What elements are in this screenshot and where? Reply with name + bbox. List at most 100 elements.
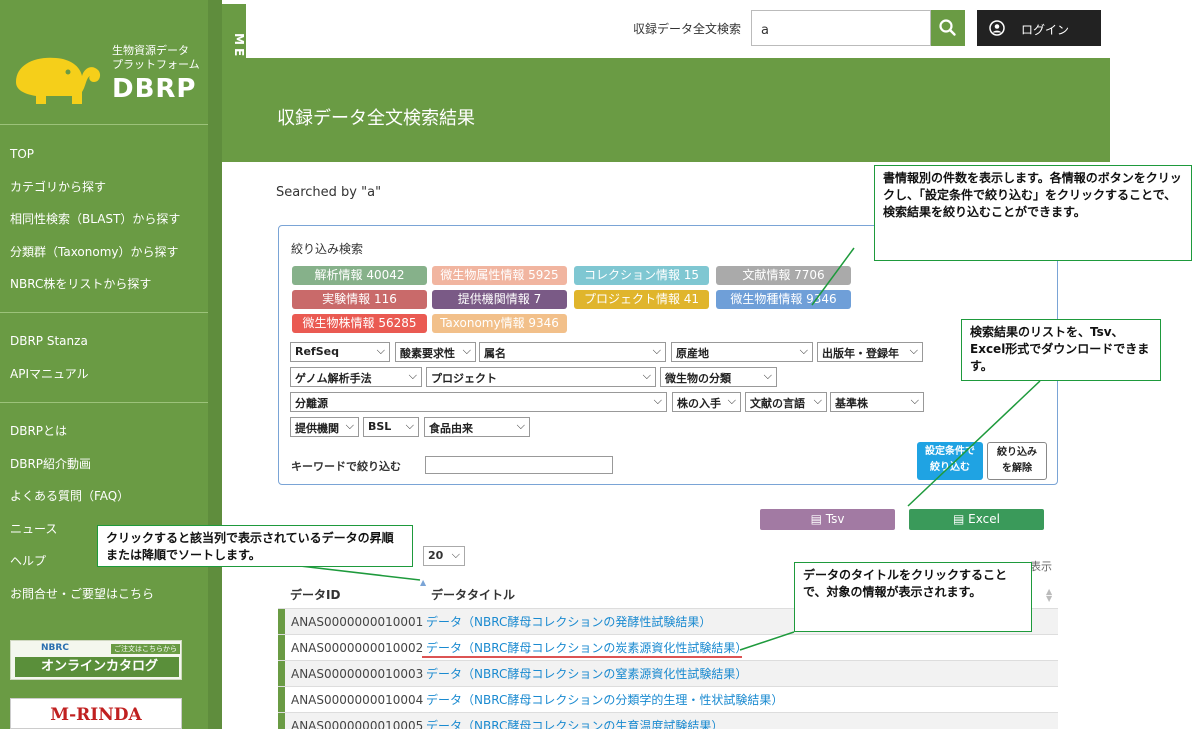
filter-panel: 絞り込み検索 解析情報 40042 微生物属性情報 5925 コレクション情報 15… [278, 225, 1058, 485]
select-year[interactable]: 出版年・登録年 ⌵ [817, 342, 923, 362]
row-marker [278, 635, 285, 661]
select-bsl[interactable]: BSL ⌵ [363, 417, 419, 437]
sort-icon[interactable]: ▲ ▼ [1046, 588, 1052, 603]
chevron-down-icon: ⌵ [345, 419, 354, 432]
row-data-id: ANAS0000000010004 [291, 693, 424, 707]
select-bsl-value: BSL [368, 420, 392, 433]
select-availability[interactable]: 株の入手 ⌵ [672, 392, 741, 412]
sidebar-divider [0, 402, 208, 403]
chip-experiment[interactable]: 実験情報 116 [292, 290, 427, 309]
banner-nbrc-main: オンラインカタログ [15, 657, 179, 677]
chip-taxonomy[interactable]: Taxonomy情報 9346 [432, 314, 567, 333]
nav-item-category[interactable]: カテゴリから探す [10, 179, 180, 212]
per-page-select[interactable]: 20 ⌵ [423, 546, 465, 566]
chevron-down-icon: ⌵ [653, 394, 662, 407]
select-genome-method[interactable]: ゲノム解析手法 ⌵ [290, 367, 422, 387]
sidebar-divider [0, 312, 208, 313]
nav-item-taxonomy[interactable]: 分類群（Taxonomy）から探す [10, 244, 180, 277]
clear-filter-button[interactable]: 絞り込み を解除 [987, 442, 1047, 480]
select-oxygen-value: 酸素要求性 [400, 347, 455, 360]
select-genus[interactable]: 属名 ⌵ [479, 342, 666, 362]
column-header-title[interactable]: データタイトル [431, 582, 515, 608]
chip-species[interactable]: 微生物種情報 9346 [716, 290, 851, 309]
row-data-id: ANAS0000000010005 [291, 719, 424, 729]
download-tsv-button[interactable]: ▤ Tsv [760, 509, 895, 530]
table-row: ANAS0000000010004 データ（NBRC酵母コレクションの分類学的生理… [278, 686, 1058, 713]
nav-item-about[interactable]: DBRPとは [10, 423, 154, 456]
select-provider-value: 提供機関 [295, 422, 339, 435]
select-project-value: プロジェクト [431, 372, 497, 385]
nav-group-api: DBRP Stanza APIマニュアル [10, 333, 89, 398]
nav-item-blast[interactable]: 相同性検索（BLAST）から探す [10, 211, 180, 244]
filter-title: 絞り込み検索 [291, 242, 364, 256]
select-food-origin[interactable]: 食品由来 ⌵ [424, 417, 530, 437]
chip-collection[interactable]: コレクション情報 15 [574, 266, 709, 285]
row-title-link[interactable]: データ（NBRC酵母コレクションの発酵性試験結果） [426, 609, 711, 635]
search-icon [939, 19, 956, 36]
select-isolation-source[interactable]: 分離源 ⌵ [290, 392, 667, 412]
keyword-input[interactable] [425, 456, 613, 474]
banner-nbrc-label: NBRC [41, 643, 69, 653]
top-bar: 収録データ全文検索 a ログイン [246, 0, 1110, 58]
sidebar: 生物資源データ プラットフォーム DBRP TOP カテゴリから探す 相同性検索… [0, 0, 210, 729]
chevron-down-icon: ⌵ [516, 419, 525, 432]
chevron-down-icon: ⌵ [813, 394, 822, 407]
nav-item-video[interactable]: DBRP紹介動画 [10, 456, 154, 489]
search-query-summary: Searched by "a" [276, 185, 382, 200]
page-title: 収録データ全文検索結果 [277, 108, 475, 129]
apply-filter-button[interactable]: 設定条件で 絞り込む [917, 442, 983, 480]
select-type-strain[interactable]: 基準株 ⌵ [830, 392, 924, 412]
select-genome-method-value: ゲノム解析手法 [295, 372, 372, 385]
table-row: ANAS0000000010002 データ（NBRC酵母コレクションの炭素源資化性… [278, 634, 1058, 661]
select-provider[interactable]: 提供機関 ⌵ [290, 417, 359, 437]
sort-asc-icon[interactable]: ▲ [420, 578, 426, 587]
excel-file-icon: ▤ [953, 512, 969, 526]
download-excel-button[interactable]: ▤ Excel [909, 509, 1044, 530]
select-origin[interactable]: 原産地 ⌵ [671, 342, 813, 362]
select-refseq-value: RefSeq [295, 345, 339, 358]
nav-item-contact[interactable]: お問合せ・ご要望はこちら [10, 586, 154, 619]
row-title-link[interactable]: データ（NBRC酵母コレクションの窒素源資化性試験結果） [426, 661, 747, 687]
select-origin-value: 原産地 [676, 347, 709, 360]
select-oxygen[interactable]: 酸素要求性 ⌵ [395, 342, 476, 362]
nav-item-stanza[interactable]: DBRP Stanza [10, 333, 89, 366]
select-language[interactable]: 文献の言語 ⌵ [745, 392, 827, 412]
row-data-id: ANAS0000000010003 [291, 667, 424, 681]
nav-item-top[interactable]: TOP [10, 146, 180, 179]
page-header: 収録データ全文検索結果 [222, 58, 1110, 162]
row-title-link[interactable]: データ（NBRC酵母コレクションの炭素源資化性試験結果） [426, 635, 747, 661]
select-project[interactable]: プロジェクト ⌵ [426, 367, 656, 387]
chevron-down-icon: ⌵ [451, 548, 460, 561]
nav-item-faq[interactable]: よくある質問（FAQ） [10, 488, 154, 521]
keyword-label: キーワードで絞り込む [291, 460, 401, 473]
search-button[interactable] [931, 10, 965, 46]
chevron-down-icon: ⌵ [642, 369, 651, 382]
chip-strain[interactable]: 微生物株情報 56285 [292, 314, 427, 333]
row-title-link[interactable]: データ（NBRC酵母コレクションの分類学的生理・性状試験結果） [426, 687, 783, 713]
search-input[interactable]: a [751, 10, 931, 46]
nav-item-api-manual[interactable]: APIマニュアル [10, 366, 89, 399]
login-button[interactable]: ログイン [977, 10, 1101, 46]
dbrp-logo[interactable]: 生物資源データ プラットフォーム DBRP [8, 38, 208, 116]
chip-project[interactable]: プロジェクト情報 41 [574, 290, 709, 309]
chevron-down-icon: ⌵ [727, 394, 736, 407]
select-refseq[interactable]: RefSeq ⌵ [290, 342, 390, 362]
nav-item-nbrc-list[interactable]: NBRC株をリストから探す [10, 276, 180, 309]
sidebar-divider [0, 124, 208, 125]
chevron-down-icon: ⌵ [408, 369, 417, 382]
apply-filter-line2: 絞り込む [930, 462, 970, 473]
mrinda-banner[interactable]: M-RINDA [10, 698, 182, 729]
callout-title-help: データのタイトルをクリックすることで、対象の情報が表示されます。 [794, 562, 1032, 632]
table-row: ANAS0000000010005 データ（NBRC酵母コレクションの生育温度試験… [278, 712, 1058, 729]
select-food-origin-value: 食品由来 [429, 422, 473, 435]
chip-provider[interactable]: 提供機関情報 7 [432, 290, 567, 309]
chip-analysis[interactable]: 解析情報 40042 [292, 266, 427, 285]
row-title-link[interactable]: データ（NBRC酵母コレクションの生育温度試験結果） [426, 713, 723, 729]
select-microbe-class[interactable]: 微生物の分類 ⌵ [660, 367, 777, 387]
column-header-id[interactable]: データID [290, 582, 340, 608]
row-data-id: ANAS0000000010001 [291, 615, 424, 629]
chip-microbe-attr[interactable]: 微生物属性情報 5925 [432, 266, 567, 285]
chip-literature[interactable]: 文献情報 7706 [716, 266, 851, 285]
nbrc-catalog-banner[interactable]: NBRC ご注文はこちらから オンラインカタログ [10, 640, 182, 680]
user-icon [989, 20, 1005, 36]
